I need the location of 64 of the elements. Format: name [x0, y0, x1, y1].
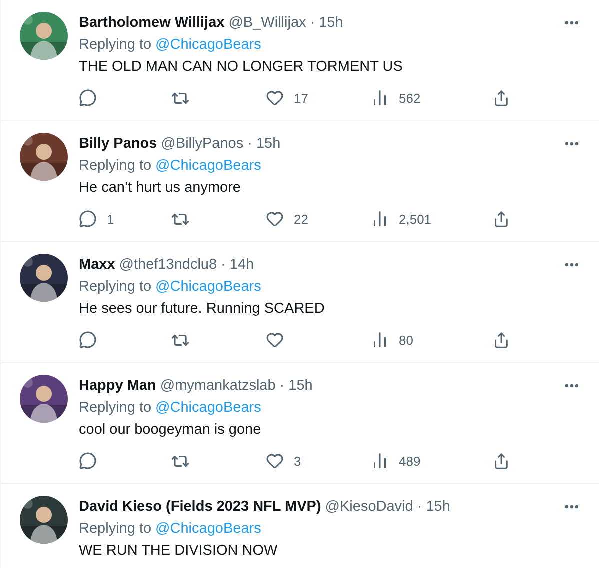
- user-name[interactable]: Happy Man: [79, 378, 156, 394]
- upload-icon: [493, 90, 510, 106]
- post-text: He can’t hurt us anymore: [79, 180, 241, 196]
- views-button[interactable]: 562: [371, 89, 493, 107]
- user-name[interactable]: Billy Panos: [79, 136, 158, 152]
- more-icon: [565, 21, 579, 25]
- more-button[interactable]: [565, 263, 579, 267]
- bar-chart-icon: [371, 331, 389, 349]
- reply-button[interactable]: 1: [79, 210, 171, 228]
- more-icon: [565, 384, 579, 388]
- speech-bubble-icon: [79, 210, 97, 228]
- views-button[interactable]: 489: [371, 452, 493, 470]
- post-time[interactable]: 15h: [426, 499, 450, 515]
- separator-dot: ·: [248, 136, 252, 152]
- user-handle[interactable]: @B_Willijax: [228, 15, 306, 31]
- upload-icon: [493, 332, 510, 348]
- more-button[interactable]: [565, 21, 579, 25]
- heart-icon: [266, 331, 284, 349]
- upload-icon: [493, 210, 510, 228]
- speech-bubble-icon: [79, 452, 97, 470]
- replying-label: Replying to: [79, 279, 152, 295]
- post-text: He sees our future. Running SCARED: [79, 301, 325, 317]
- post-text: WE RUN THE DIVISION NOW: [79, 543, 278, 559]
- user-handle[interactable]: @thef13ndclu8: [119, 257, 218, 273]
- views-button[interactable]: 2,501: [371, 210, 493, 228]
- like-button[interactable]: 3: [266, 452, 371, 470]
- separator-dot: ·: [310, 15, 316, 31]
- more-button[interactable]: [565, 505, 579, 509]
- post-text: THE OLD MAN CAN NO LONGER TORMENT US: [79, 59, 403, 75]
- separator-dot: ·: [417, 499, 422, 515]
- views-button[interactable]: 80: [371, 331, 493, 349]
- replying-label: Replying to: [79, 37, 152, 53]
- user-handle[interactable]: @BillyPanos: [161, 136, 244, 152]
- separator-dot: ·: [221, 257, 226, 273]
- user-handle[interactable]: @mymankatzslab: [160, 378, 276, 394]
- replying-label: Replying to: [79, 521, 152, 537]
- like-button[interactable]: 17: [266, 89, 371, 107]
- post-time[interactable]: 15h: [256, 136, 281, 152]
- user-name[interactable]: Maxx: [79, 257, 116, 273]
- replying-label: Replying to: [79, 400, 152, 416]
- like-button[interactable]: 22: [266, 210, 371, 228]
- bar-chart-icon: [371, 452, 389, 470]
- heart-icon: [266, 89, 284, 107]
- speech-bubble-icon: [79, 89, 97, 107]
- more-button[interactable]: [565, 142, 579, 146]
- heart-icon: [266, 210, 284, 228]
- user-handle[interactable]: @KiesoDavid: [325, 499, 414, 515]
- more-icon: [565, 505, 579, 509]
- user-name[interactable]: Bartholomew Willijax: [79, 15, 225, 31]
- bar-chart-icon: [371, 89, 389, 107]
- speech-bubble-icon: [79, 331, 97, 349]
- more-button[interactable]: [565, 384, 579, 388]
- bar-chart-icon: [371, 210, 389, 228]
- post-time[interactable]: 15h: [319, 15, 344, 31]
- post-time[interactable]: 14h: [230, 257, 254, 273]
- replying-label: Replying to: [79, 158, 152, 174]
- user-name[interactable]: David Kieso (Fields 2023 NFL MVP): [79, 499, 322, 515]
- more-icon: [565, 263, 579, 267]
- post-text: cool our boogeyman is gone: [79, 422, 262, 438]
- heart-icon: [266, 452, 284, 470]
- separator-dot: ·: [280, 378, 285, 394]
- upload-icon: [493, 452, 510, 470]
- post-time[interactable]: 15h: [288, 378, 313, 394]
- more-icon: [565, 142, 579, 146]
